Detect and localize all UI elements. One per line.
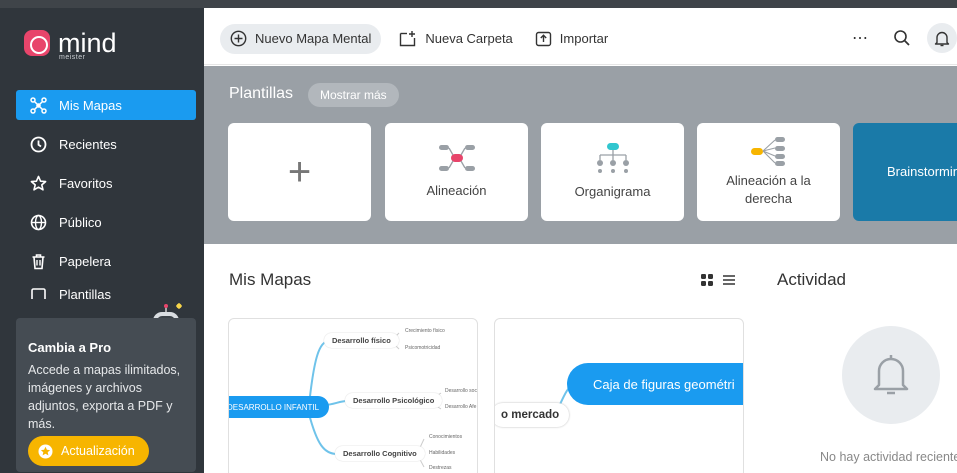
new-mind-map-button[interactable]: Nuevo Mapa Mental	[220, 23, 382, 54]
new-folder-label: Nueva Carpeta	[425, 31, 513, 46]
trash-icon	[30, 253, 47, 270]
upgrade-label: Actualización	[61, 444, 135, 458]
map-leaf: Habilidades	[429, 450, 456, 456]
notifications-button[interactable]	[927, 23, 957, 53]
grid-view-icon[interactable]	[700, 273, 714, 287]
folder-plus-icon	[399, 30, 417, 47]
sidebar-item-recientes[interactable]: Recientes	[16, 129, 196, 159]
mindmap-icon	[30, 96, 47, 114]
org-chart-icon	[593, 143, 633, 173]
more-icon: ⋯	[852, 30, 868, 47]
show-more-button[interactable]: Mostrar más	[308, 83, 399, 107]
map-root-node: Caja de figuras geométri	[567, 363, 743, 405]
star-badge-icon	[38, 444, 53, 459]
sidebar-item-plantillas[interactable]: Plantillas	[16, 285, 196, 299]
template-icon	[30, 287, 47, 299]
alignment-template-icon	[437, 144, 477, 172]
window-top-strip	[0, 0, 957, 8]
activity-title: Actividad	[777, 270, 846, 289]
upgrade-promo: Cambia a Pro Accede a mapas ilimitados, …	[16, 318, 196, 472]
my-maps-title: Mis Mapas	[229, 270, 312, 289]
map-card-figuras[interactable]: Caja de figuras geométri o mercado	[494, 318, 744, 473]
sidebar-nav: Mis Mapas Recientes Favoritos Público Pa…	[16, 90, 196, 308]
activity-empty-text: No hay actividad reciente	[820, 450, 957, 464]
new-folder-button[interactable]: Nueva Carpeta	[389, 24, 522, 54]
upgrade-button[interactable]: Actualización	[28, 436, 149, 466]
sidebar-item-favoritos[interactable]: Favoritos	[16, 168, 196, 198]
mindmeister-logo-icon	[24, 30, 50, 56]
logo-subtext: meister	[59, 54, 86, 61]
templates-title: Plantillas	[229, 85, 294, 102]
logo-text: mind	[58, 28, 117, 58]
sidebar-item-papelera[interactable]: Papelera	[16, 246, 196, 276]
promo-text: Accede a mapas ilimitados, imágenes y ar…	[28, 363, 181, 431]
template-card-alineacion[interactable]: Alineación	[385, 123, 528, 221]
toolbar-right: ⋯	[833, 23, 957, 53]
map-node: Desarrollo Psicológico	[345, 393, 443, 408]
clock-icon	[30, 136, 47, 153]
map-leaf: Desarrollo soc	[445, 388, 477, 394]
map-leaf: Destrezas	[429, 465, 452, 471]
sidebar-item-publico[interactable]: Público	[16, 207, 196, 237]
import-label: Importar	[559, 31, 609, 46]
map-root-node: DESARROLLO INFANTIL	[229, 396, 329, 418]
sidebar: mind meister Mis Mapas Recientes Favorit…	[0, 8, 204, 473]
map-leaf: Crecimiento físico	[405, 328, 445, 334]
map-card-desarrollo-infantil[interactable]: DESARROLLO INFANTIL Desarrollo físico De…	[228, 318, 478, 473]
map-node: o mercado	[495, 403, 570, 427]
upload-icon	[535, 30, 552, 47]
template-label: Alineación a la derecha	[726, 173, 811, 206]
bell-icon	[871, 353, 911, 397]
sidebar-item-mis-mapas[interactable]: Mis Mapas	[16, 90, 196, 120]
right-alignment-template-icon	[749, 136, 789, 166]
globe-icon	[30, 214, 47, 231]
sidebar-item-label: Papelera	[59, 253, 112, 269]
template-card-alineacion-derecha[interactable]: Alineación a la derecha	[697, 123, 840, 221]
sidebar-item-label: Favoritos	[59, 175, 113, 191]
import-button[interactable]: Importar	[525, 24, 618, 54]
map-leaf: Conocimientos	[429, 434, 463, 440]
templates-section: Plantillas Mostrar más + Alineación Orga…	[204, 66, 957, 244]
search-button[interactable]	[887, 23, 917, 53]
list-view-icon[interactable]	[722, 273, 736, 287]
new-mind-map-label: Nuevo Mapa Mental	[255, 31, 372, 46]
map-leaf: Psicomotricidad	[405, 345, 441, 351]
activity-empty-illustration	[842, 326, 940, 424]
promo-title: Cambia a Pro	[28, 340, 112, 355]
template-label: Organigrama	[574, 184, 651, 199]
app-root: mind meister Mis Mapas Recientes Favorit…	[0, 0, 957, 473]
plus-icon: +	[287, 149, 312, 194]
view-toggle	[700, 273, 736, 287]
star-icon	[30, 175, 47, 192]
template-card-brainstorming[interactable]: Brainstorming	[853, 123, 957, 221]
template-label: Brainstorming	[887, 164, 957, 179]
bell-icon	[934, 30, 950, 47]
search-icon	[893, 29, 911, 47]
map-node: Desarrollo físico	[324, 333, 399, 348]
template-card-organigrama[interactable]: Organigrama	[541, 123, 684, 221]
template-card-blank[interactable]: +	[228, 123, 371, 221]
sidebar-item-label: Recientes	[59, 136, 117, 152]
app-logo[interactable]: mind meister	[24, 28, 117, 61]
top-toolbar: Nuevo Mapa Mental Nueva Carpeta Importar…	[204, 13, 957, 65]
sidebar-item-label: Público	[59, 214, 102, 230]
sidebar-item-label: Mis Mapas	[59, 97, 122, 113]
map-node: Desarrollo Cognitivo	[335, 446, 425, 461]
more-options-button[interactable]: ⋯	[845, 23, 875, 53]
sidebar-item-label: Plantillas	[59, 287, 112, 299]
plus-circle-icon	[230, 30, 247, 47]
template-label: Alineación	[426, 183, 487, 198]
map-leaf: Desarrollo Afe	[445, 404, 477, 410]
